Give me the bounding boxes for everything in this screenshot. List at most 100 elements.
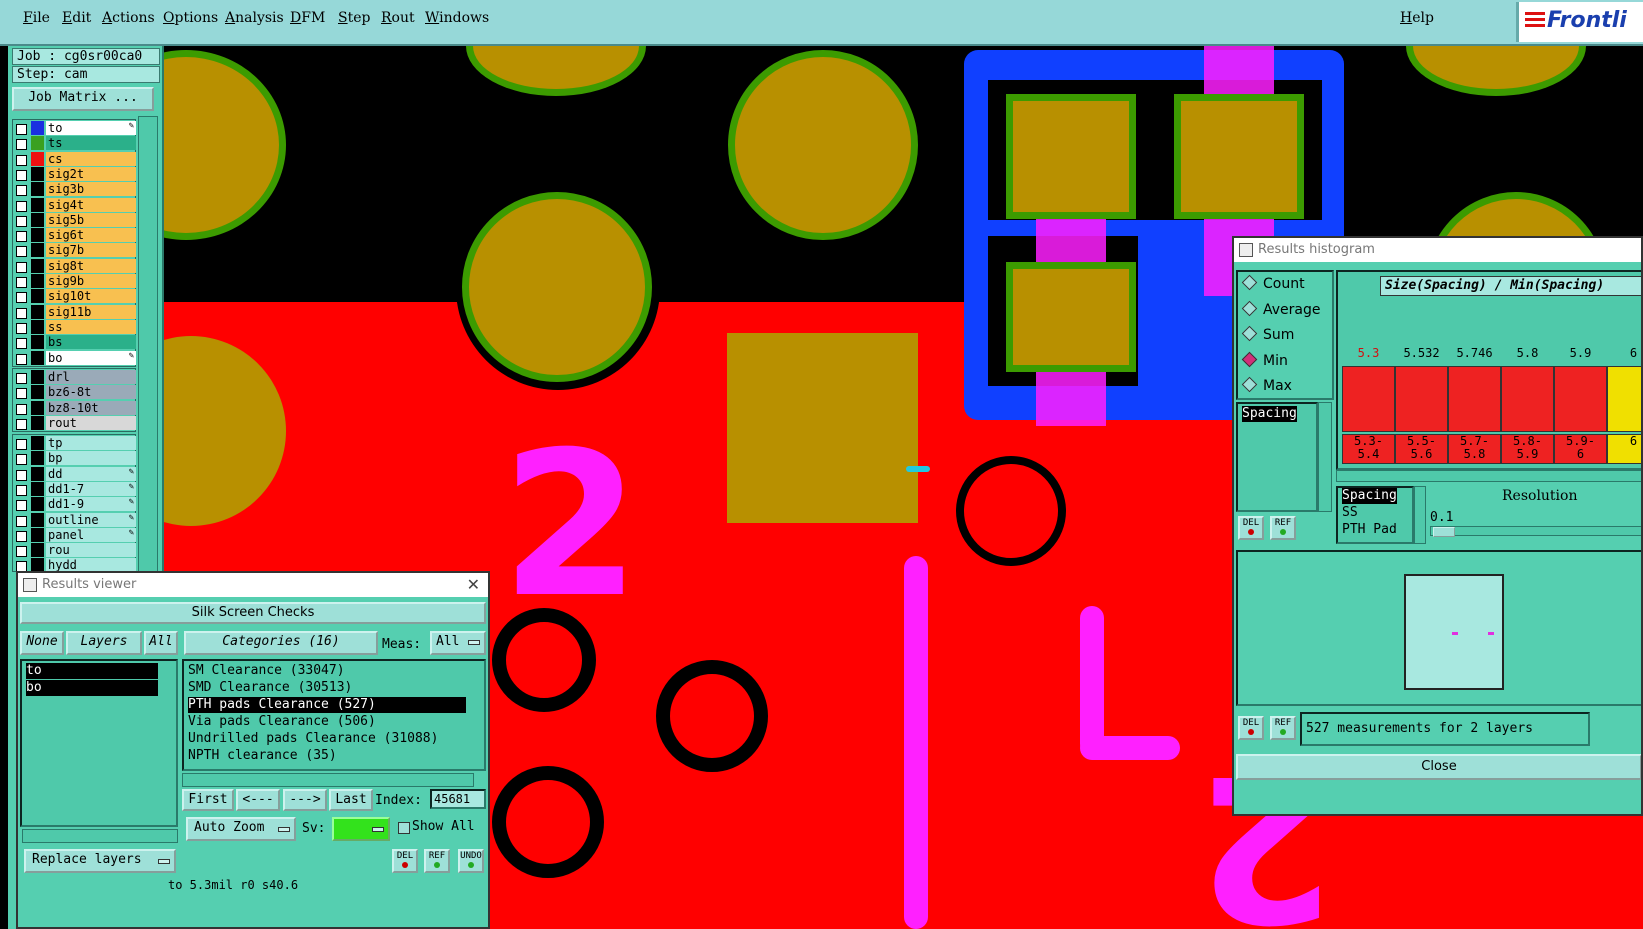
layer-row[interactable]: sig3b [14, 182, 136, 197]
layer-label[interactable]: sig5b [46, 212, 136, 227]
list-item[interactable]: Spacing [1242, 406, 1297, 422]
first-button[interactable]: First [182, 789, 234, 811]
layer-label[interactable]: bp [46, 451, 136, 466]
layer-label[interactable]: outline [46, 512, 136, 527]
layer-label[interactable]: dd [46, 466, 136, 481]
histogram-bar[interactable] [1607, 366, 1641, 432]
category-item[interactable]: SM Clearance (33047) [188, 663, 466, 679]
layer-row[interactable]: bs [14, 335, 136, 350]
undo-button[interactable]: UNDO [458, 849, 484, 873]
layer-row[interactable]: bp [14, 451, 136, 466]
replace-layers-dropdown[interactable]: Replace layers [24, 849, 176, 873]
none-button[interactable]: None [20, 631, 64, 655]
layer-label[interactable]: dd1-9 [46, 497, 136, 512]
layer-row[interactable]: dd ✎ [14, 466, 136, 482]
layer-row[interactable]: rou [14, 543, 136, 558]
layer-checkbox[interactable] [16, 261, 27, 273]
menu-rout[interactable]: Rout [381, 10, 415, 26]
auto-zoom-dropdown[interactable]: Auto Zoom [186, 817, 296, 841]
layer-row[interactable]: tp [14, 436, 136, 451]
layer-checkbox[interactable] [16, 515, 27, 527]
layer-checkbox[interactable] [16, 307, 27, 319]
layers-list[interactable]: to bo [20, 659, 178, 827]
layer-checkbox[interactable] [16, 439, 27, 450]
prev-button[interactable]: <--- [236, 789, 280, 811]
layer-checkbox[interactable] [16, 469, 27, 481]
category-item[interactable]: NPTH clearance (35) [188, 748, 466, 764]
layer-row[interactable]: drl [14, 370, 136, 385]
mode-radio-max[interactable]: Max [1241, 377, 1292, 394]
layer-label[interactable]: tp [46, 436, 136, 450]
menu-step[interactable]: Step [338, 10, 370, 26]
all-button[interactable]: All [144, 631, 178, 655]
layer-checkbox[interactable] [16, 246, 27, 258]
del-button[interactable]: DEL [1238, 716, 1264, 740]
layer-checkbox[interactable] [16, 546, 27, 558]
layer-checkbox[interactable] [16, 139, 27, 151]
category-item[interactable]: SMD Clearance (30513) [188, 680, 466, 696]
layer-label[interactable]: bs [46, 335, 136, 350]
sv-color-dropdown[interactable] [332, 817, 390, 841]
layer-label[interactable]: dd1-7 [46, 481, 136, 496]
slider-handle[interactable] [1433, 527, 1455, 537]
layer-label[interactable]: ss [46, 319, 136, 334]
histogram-bar[interactable] [1395, 366, 1448, 432]
layer-label[interactable]: sig3b [46, 182, 136, 197]
close-icon[interactable]: ✕ [467, 573, 480, 597]
bar-range-label[interactable]: 5.3- 5.4 [1342, 434, 1395, 464]
layer-row[interactable]: panel ✎ [14, 527, 136, 543]
histogram-bar[interactable] [1342, 366, 1395, 432]
ref-button[interactable]: REF [424, 849, 450, 873]
bar-range-label[interactable]: 5.8- 5.9 [1501, 434, 1554, 464]
spacing-list[interactable]: Spacing [1236, 402, 1318, 512]
mode-radio-count[interactable]: Count [1241, 274, 1305, 292]
layer-scrollbar[interactable] [138, 116, 158, 576]
categories-list[interactable]: SM Clearance (33047) SMD Clearance (30513… [182, 659, 486, 771]
resolution-slider[interactable] [1430, 526, 1641, 537]
spacing-scrollbar[interactable] [1318, 402, 1332, 512]
categories-hscrollbar[interactable] [182, 773, 474, 787]
menu-options[interactable]: Options [163, 10, 218, 26]
layer-checkbox[interactable] [16, 373, 27, 384]
layer-row[interactable]: to ✎ [14, 121, 136, 136]
histogram-bar[interactable] [1501, 366, 1554, 432]
layer-checkbox[interactable] [16, 403, 27, 415]
mode-radio-sum[interactable]: Sum [1241, 325, 1294, 343]
layer-row[interactable]: sig9b [14, 274, 136, 289]
job-matrix-button[interactable]: Job Matrix ... [12, 87, 154, 111]
layer-row[interactable]: dd1-9 ✎ [14, 497, 136, 512]
menu-dfm[interactable]: DFM [290, 10, 325, 26]
bar-range-label[interactable]: 6 [1607, 434, 1641, 464]
layer-row[interactable]: outline ✎ [14, 512, 136, 528]
silk-screen-checks-button[interactable]: Silk Screen Checks [20, 602, 486, 624]
layer-row[interactable]: sig10t [14, 289, 136, 304]
bar-range-label[interactable]: 5.7- 5.8 [1448, 434, 1501, 464]
layer-label[interactable]: sig8t [46, 258, 136, 273]
menu-file[interactable]: File [23, 10, 50, 26]
layer-checkbox[interactable] [16, 292, 27, 304]
menu-edit[interactable]: Edit [62, 10, 91, 26]
layer-row[interactable]: cs [14, 151, 136, 167]
layer-checkbox[interactable] [16, 353, 27, 365]
layer-checkbox[interactable] [16, 388, 27, 400]
histogram-bar[interactable] [1448, 366, 1501, 432]
layer-checkbox[interactable] [16, 484, 27, 496]
layer-checkbox[interactable] [16, 200, 27, 212]
layer-label[interactable]: sig9b [46, 274, 136, 288]
layer-row[interactable]: sig2t [14, 166, 136, 182]
layer-checkbox[interactable] [16, 530, 27, 542]
layer-label[interactable]: ts [46, 136, 136, 151]
bar-range-label[interactable]: 5.9- 6 [1554, 434, 1607, 464]
layer-checkbox[interactable] [16, 277, 27, 288]
layer-checkbox[interactable] [16, 454, 27, 466]
layer-label[interactable]: drl [46, 370, 136, 384]
layer-label[interactable]: bz8-10t [46, 400, 136, 415]
layer-label[interactable]: cs [46, 151, 136, 166]
meas-dropdown[interactable]: All [430, 631, 486, 655]
type-list[interactable]: Spacing SS PTH Pad [1336, 486, 1414, 544]
ref-button[interactable]: REF [1270, 516, 1296, 540]
next-button[interactable]: ---> [283, 789, 327, 811]
layer-checkbox[interactable] [16, 215, 27, 227]
layer-label[interactable]: sig11b [46, 304, 136, 319]
layers-hscrollbar[interactable] [22, 829, 178, 843]
